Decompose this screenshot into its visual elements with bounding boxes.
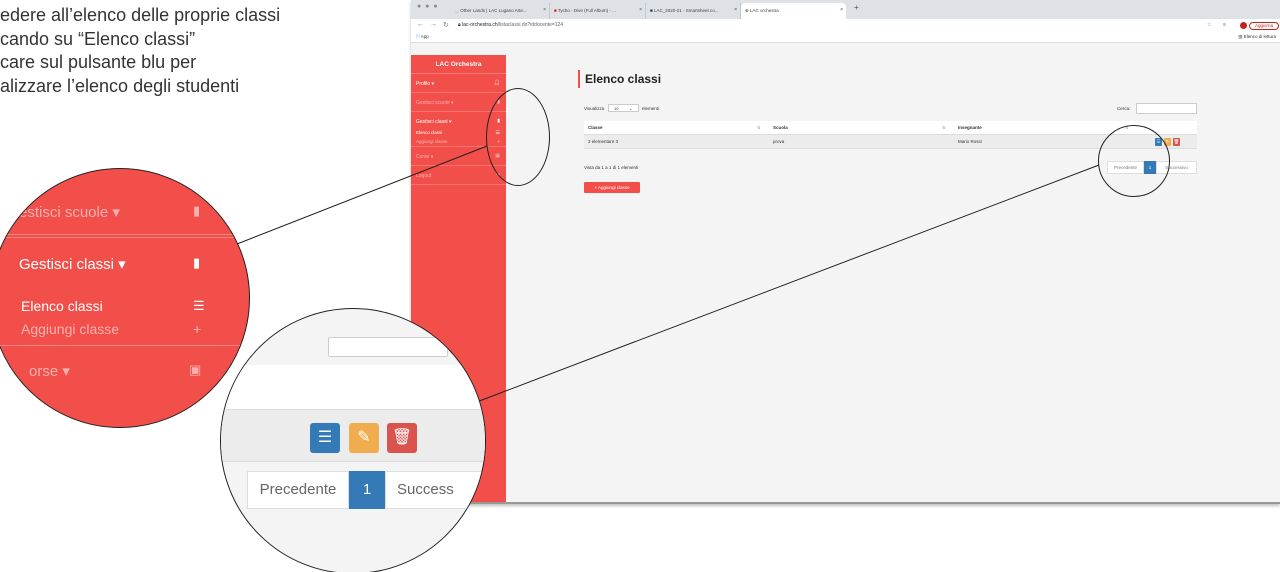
table-header-row: Classe ⇅ Scuola ⇅ Insegnante ⇅ (584, 121, 1197, 135)
cell-classe: 3 elementare 3 (588, 139, 619, 144)
zoom-pagination-current: 1 (349, 471, 385, 509)
show-entries-label: Visualizza (584, 106, 605, 111)
user-icon: 👤︎ (493, 80, 500, 86)
apps-shortcut[interactable]: ⁞⁞⁞ App (416, 34, 429, 39)
sidebar-item-label: Profilo ▾ (416, 81, 435, 87)
url-domain: lac-orchestra.ch (462, 22, 498, 28)
zoom-circle-sidebar: estisci scuole ▾ ▮ Gestisci classi ▾ ▮ Ele… (0, 168, 250, 428)
instruction-text: edere all’elenco delle proprie classi ca… (0, 4, 380, 98)
tab-lac-lugano[interactable]: ◡ Other Lands | LAC Lugano Arte... × (451, 3, 550, 19)
show-entries-suffix: elementi (642, 106, 660, 111)
search-label: Cerca: (1117, 106, 1131, 111)
window-controls[interactable]: ● ● ● (417, 3, 439, 10)
tab-youtube[interactable]: ■ Tycho - Dive (Full Album) - ... × (550, 3, 646, 19)
instruction-line: edere all’elenco delle proprie classi (0, 5, 281, 25)
star-icon[interactable]: ☆ (1207, 22, 1211, 28)
tab-bar: ● ● ● ◡ Other Lands | LAC Lugano Arte...… (411, 0, 1280, 19)
browser-window: ● ● ● ◡ Other Lands | LAC Lugano Arte...… (411, 0, 1280, 504)
tab-label: Tycho - Dive (Full Album) - ... (557, 8, 616, 13)
reading-list-icon[interactable]: ≡ (1223, 22, 1226, 28)
sidebar-item-logout[interactable]: Logout ⇥ (411, 166, 506, 185)
zoom-pagination-next: Success (385, 471, 485, 509)
sidebar-item-label: Logout (416, 173, 432, 179)
trash-icon: 🗑︎ (387, 423, 417, 453)
zoom-circle-actions: ☰ ✎ 🗑︎ Precedente 1 Success (220, 308, 486, 572)
plus-icon: + (193, 321, 202, 337)
close-icon[interactable]: × (543, 7, 546, 13)
tab-smartsheet[interactable]: ■ LAC_2020-21 - Smartsheet.co... × (646, 3, 741, 19)
tab-label: LAC orchestra (750, 8, 779, 13)
browser-toolbar: ← → ↻ 🔒︎ lac-orchestra.ch/listaclassi.do… (411, 19, 1280, 32)
close-icon[interactable]: × (840, 7, 843, 13)
chevron-down-icon: ⌄ (629, 106, 633, 111)
cell-scuola: prova (773, 139, 785, 144)
book-icon: ▮ (193, 255, 201, 270)
back-icon[interactable]: ← (417, 21, 424, 28)
add-class-button[interactable]: + Aggiungi classe (584, 182, 640, 193)
sort-icon[interactable]: ⇅ (942, 125, 945, 130)
entries-select[interactable]: 10 ⌄ (608, 104, 639, 112)
edit-icon: ✎ (349, 423, 379, 453)
zoom-pagination-prev: Precedente (247, 471, 349, 509)
briefcase-icon: ▣ (189, 362, 202, 377)
book-icon: ▮ (193, 203, 201, 218)
zoom-search-input (328, 337, 448, 357)
search-input[interactable] (1136, 103, 1197, 114)
instruction-line: care sul pulsante blu per (0, 52, 197, 72)
page-title: Elenco classi (578, 70, 661, 88)
reading-list-button[interactable]: ▥ Elenco di lettura (1238, 34, 1276, 40)
instruction-line: alizzare l’elenco degli studenti (0, 75, 240, 96)
address-bar[interactable]: 🔒︎ lac-orchestra.ch/listaclassi.do?iddoc… (458, 21, 1198, 30)
delete-button[interactable]: 🗑︎ (1173, 138, 1180, 146)
main-content: Elenco classi Visualizza 10 ⌄ elementi Ce… (506, 55, 1280, 502)
url-path: /listaclassi.do?iddocente=124 (497, 22, 564, 28)
list-icon: ☰ (193, 298, 205, 313)
reload-icon[interactable]: ↻ (443, 21, 449, 29)
sidebar-item-label: Elenco classi (416, 130, 443, 135)
sort-icon[interactable]: ⇅ (757, 125, 760, 130)
highlight-circle-sidebar (486, 88, 550, 186)
sidebar-brand[interactable]: LAC Orchestra (411, 55, 506, 74)
zoom-table-row: ☰ ✎ 🗑︎ (221, 410, 485, 462)
update-button[interactable]: Aggiorna (1249, 22, 1279, 30)
avatar[interactable] (1240, 22, 1247, 29)
close-icon[interactable]: × (639, 7, 642, 13)
column-header-scuola[interactable]: Scuola (773, 125, 788, 130)
tab-lac-orchestra[interactable]: ⊕ LAC orchestra × (741, 3, 846, 19)
list-icon: ☰ (310, 423, 340, 453)
sidebar-item-label: Corse ▾ (416, 154, 434, 160)
sidebar-item-label: Aggiungi classe (416, 139, 448, 144)
highlight-circle-actions (1098, 125, 1170, 197)
column-header-insegnante[interactable]: Insegnante (958, 125, 982, 130)
tab-label: Other Lands | LAC Lugano Arte... (460, 8, 527, 13)
forward-icon[interactable]: → (430, 21, 437, 28)
tab-label: LAC_2020-21 - Smartsheet.co... (653, 8, 719, 13)
cell-insegnante: Mario Rossi (958, 139, 982, 144)
sidebar-item-label: Gestisci classi ▾ (416, 119, 452, 125)
zoom-divider (0, 169, 249, 235)
bookmarks-bar: ⁞⁞⁞ App ▥ Elenco di lettura (411, 32, 1280, 43)
entries-value: 10 (614, 106, 619, 111)
sidebar-item-profilo[interactable]: Profilo ▾ 👤︎ (411, 74, 506, 93)
new-tab-icon[interactable]: + (854, 3, 859, 12)
table-info: Vista da 1 a 1 di 1 elementi (584, 165, 639, 170)
sidebar-item-label: Gestisci scuole ▾ (416, 100, 454, 106)
column-header-classe[interactable]: Classe (588, 125, 603, 130)
close-icon[interactable]: × (734, 7, 737, 13)
instruction-line: cando su “Elenco classi” (0, 28, 196, 49)
